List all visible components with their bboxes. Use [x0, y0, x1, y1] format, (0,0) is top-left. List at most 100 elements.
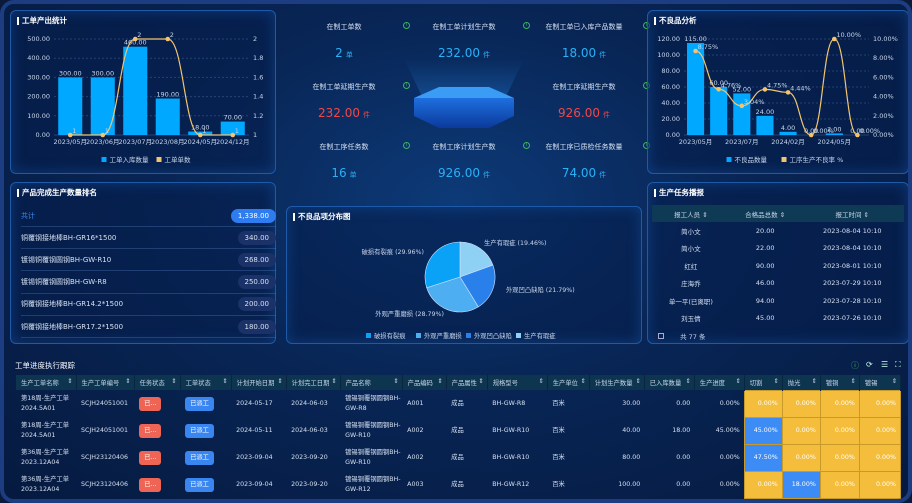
ranking-item: 镀锡铜覆钢圆钢BH-GW-R10 268.00 — [21, 249, 276, 272]
table-cell: 30.00 — [622, 399, 641, 407]
bar — [710, 87, 728, 135]
line-value-label: 1 — [72, 127, 76, 135]
table-cell: 第18周-生产工单2024.5A01 — [21, 421, 70, 439]
total-label: 共计 — [21, 211, 35, 220]
legend-label: 外观严重磨损 — [424, 331, 462, 340]
column-header[interactable]: 计划生产数量 ⇕ — [589, 375, 645, 390]
column-header[interactable]: 报工人员 ⇕ — [652, 205, 730, 222]
task-status-badge[interactable]: 已... — [139, 423, 162, 438]
output-chart: 0.00 100.00 200.00 300.00 400.00 500.00 1 1.2 1.… — [27, 31, 263, 164]
line-value-label: 0.00% — [813, 127, 834, 135]
column-header[interactable]: 计划开始日期 ⇕ — [231, 375, 287, 390]
fullscreen-icon[interactable]: ⛶ — [895, 360, 901, 370]
bar-value-label: 190.00 — [156, 91, 179, 99]
bar — [123, 46, 148, 135]
task-status-badge[interactable]: 已... — [139, 477, 162, 492]
table-cell: 0.00 — [676, 480, 691, 488]
bar-value-label: 300.00 — [91, 69, 114, 77]
table-cell: 庄海乔 — [681, 280, 701, 289]
table-cell: 45.00% — [715, 426, 740, 434]
task-status-badge[interactable]: 已... — [139, 450, 162, 465]
table-cell: 2023-09-20 — [291, 453, 328, 461]
column-header[interactable]: 产品名称 ⇕ — [340, 375, 403, 390]
pie-slice-label: 生产有瑕疵 (19.46%) — [484, 238, 546, 247]
column-header[interactable]: 产品编码 ⇕ — [402, 375, 447, 390]
table-cell: 2024-05-17 — [236, 399, 273, 407]
y-tick-label: 40.00 — [661, 99, 680, 107]
table-cell: 百米 — [552, 480, 565, 488]
x-tick-label: 2023/06月 — [86, 138, 120, 146]
hexagon-platform — [404, 59, 524, 139]
kpi-value: 2单 — [284, 46, 404, 60]
y2-tick-label: 4.00% — [873, 93, 894, 101]
kpi-label: 在制工序计划生产数 i — [404, 142, 530, 152]
table-cell: 百米 — [552, 399, 565, 407]
column-header[interactable]: 抛光 ⇕ — [782, 375, 821, 390]
column-header[interactable]: 任务状态 ⇕ — [134, 375, 181, 390]
y-tick-label: 60.00 — [661, 83, 680, 91]
table-cell: 成品 — [451, 399, 464, 407]
column-header[interactable]: 工单状态 ⇕ — [180, 375, 232, 390]
table-cell: 2023-08-04 10:10 — [822, 244, 882, 253]
process-progress-cell: 0.00% — [819, 470, 860, 499]
order-status-badge: 已派工 — [185, 396, 214, 411]
kpi-number: 74.00 — [561, 166, 597, 180]
process-progress-cell: 0.00% — [743, 389, 783, 418]
task-report-panel: 生产任务播报 报工人员 ⇕ 合格品总数 ⇕ 报工时间 ⇕ 简小文 20.00 2023-0… — [647, 182, 908, 344]
column-header[interactable]: 产品属性 ⇕ — [446, 375, 488, 390]
column-header[interactable]: 镀铜 ⇕ — [820, 375, 860, 390]
table-cell: 80.00 — [622, 453, 641, 461]
column-settings-icon[interactable]: ☰ — [881, 360, 888, 369]
line-value-label: 8.75% — [698, 43, 719, 51]
legend-label: 破损有裂痕 — [374, 331, 406, 340]
info-icon[interactable]: ⓘ — [851, 360, 859, 371]
bar-value-label: 4.00 — [781, 124, 795, 132]
table-cell: SCJH23120406 — [81, 480, 129, 488]
column-header[interactable]: 合格品总数 ⇕ — [729, 205, 801, 222]
kpi-unit: 件 — [363, 111, 370, 119]
y-tick-label: 80.00 — [661, 67, 680, 75]
legend-swatch — [781, 157, 787, 162]
column-header[interactable]: 报工时间 ⇕ — [800, 205, 904, 222]
table-cell: 简小文 — [681, 227, 701, 236]
column-header[interactable]: 镀锡 ⇕ — [859, 375, 902, 390]
info-icon[interactable]: i — [403, 82, 410, 89]
kpi-value: 74.00 件 — [524, 166, 644, 180]
page-icon[interactable] — [658, 333, 664, 339]
y2-tick-label: 1.2 — [253, 112, 263, 120]
column-header[interactable]: 生产进度 ⇕ — [694, 375, 745, 390]
line-value-label: 4.75% — [767, 81, 788, 89]
table-cell: SCJH24051001 — [81, 399, 129, 407]
column-header[interactable]: 规格型号 ⇕ — [487, 375, 548, 390]
column-header[interactable]: 生产工单编号 ⇕ — [76, 375, 135, 390]
column-header[interactable]: 生产工单名称 ⇕ — [16, 375, 77, 390]
kpi-unit: 件 — [603, 111, 610, 119]
kpi-value: 232.00 件 — [404, 46, 524, 60]
table-cell: 第36周-生产工单2023.12A04 — [21, 448, 70, 466]
legend-label: 工单入库数量 — [110, 155, 150, 164]
task-status-badge[interactable]: 已... — [139, 396, 162, 411]
column-header[interactable]: 计划完工日期 ⇕ — [286, 375, 341, 390]
column-header[interactable]: 已入库数量 ⇕ — [644, 375, 695, 390]
table-header: 生产工单名称 ⇕ 生产工单编号 ⇕ 任务状态 ⇕ 工单状态 ⇕ 计划开始日期 ⇕ 计划完工… — [16, 375, 902, 390]
process-progress-cell: 0.00% — [781, 416, 821, 445]
y-tick-label: 20.00 — [661, 115, 680, 123]
table-cell: 百米 — [552, 453, 565, 461]
column-header[interactable]: 生产单位 ⇕ — [547, 375, 590, 390]
kpi-card: 在制工序已质检任务数量i 74.00件 — [524, 142, 650, 180]
refresh-icon[interactable]: ⟳ — [866, 360, 873, 369]
kpi-number: 16 — [331, 166, 347, 180]
table-cell: 0.00% — [719, 453, 740, 461]
y2-tick-label: 6.00% — [873, 73, 894, 81]
column-header[interactable]: 切割 ⇕ — [744, 375, 783, 390]
y2-tick-label: 1.6 — [253, 73, 263, 81]
panel-title: 产品完成生产数量排名 — [17, 189, 97, 197]
table-cell: BH-GW-R12 — [492, 480, 530, 488]
y2-tick-label: 2.00% — [873, 112, 894, 120]
tracking-table: 生产工单名称 ⇕ 生产工单编号 ⇕ 任务状态 ⇕ 工单状态 ⇕ 计划开始日期 ⇕ 计划完工… — [16, 375, 902, 499]
table-cell: A002 — [407, 426, 424, 434]
bar-value-label: 24.00 — [756, 108, 775, 116]
table-cell: 单一平(已离职) — [668, 297, 713, 306]
product-name: 铜覆钢接地棒BH-GR14.2*1500 — [21, 300, 124, 309]
table-cell: 40.00 — [622, 426, 641, 434]
